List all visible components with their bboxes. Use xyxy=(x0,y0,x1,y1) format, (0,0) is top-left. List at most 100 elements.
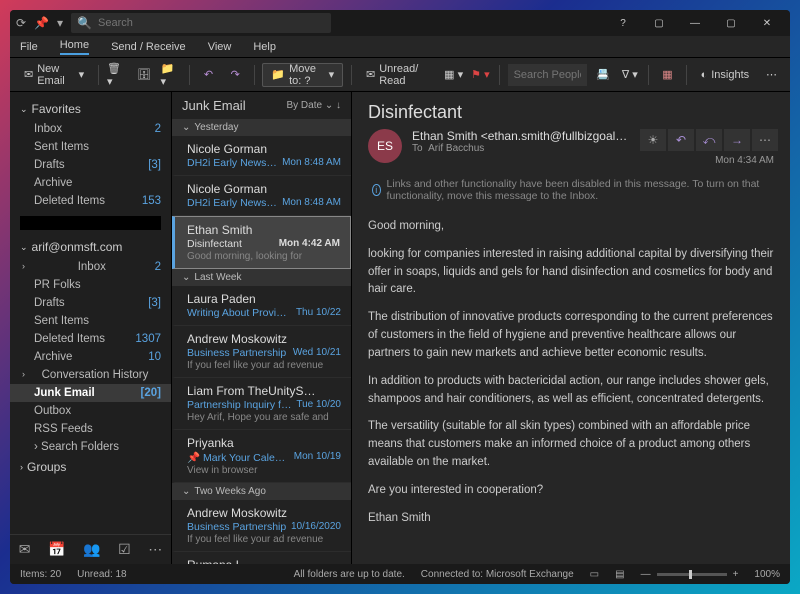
reading-pane: Disinfectant ES Ethan Smith <ethan.smith… xyxy=(352,92,790,564)
maximize-button[interactable]: ▢ xyxy=(714,10,748,36)
menu-help[interactable]: Help xyxy=(253,41,276,53)
coming-soon-icon[interactable]: ▢ xyxy=(642,10,676,36)
sync-icon[interactable]: ⟳ xyxy=(16,16,26,30)
sort-dropdown[interactable]: By Date ⌄ ↓ xyxy=(286,100,341,111)
nav-item[interactable]: Outbox xyxy=(10,402,171,420)
people-icon[interactable]: 👥 xyxy=(83,541,100,558)
message-item[interactable]: Nicole GormanDH2i Early News: DxOdyssey … xyxy=(172,136,351,176)
nav-bottom-bar: ✉ 📅 👥 ☑ ⋯ xyxy=(10,534,171,564)
message-group-header[interactable]: ⌄ Yesterday xyxy=(172,119,351,136)
help-icon[interactable]: ? xyxy=(606,10,640,36)
menu-home[interactable]: Home xyxy=(60,39,89,55)
message-list-header: Junk Email By Date ⌄ ↓ xyxy=(172,92,351,119)
flag-button[interactable]: ⚑ ▾ xyxy=(470,63,491,87)
move-button[interactable]: 📁 ▾ xyxy=(161,63,182,87)
message-item[interactable]: Laura PadenWriting About Providing To…Th… xyxy=(172,286,351,326)
undo-icon[interactable]: ↶ xyxy=(198,63,219,87)
zoom-slider[interactable]: — + xyxy=(641,569,739,580)
message-item[interactable]: Liam From TheUnityS…Partnership Inquiry … xyxy=(172,378,351,430)
reply-all-icon[interactable]: ⤺ xyxy=(696,129,722,151)
message-list-pane: Junk Email By Date ⌄ ↓ ⌄ YesterdayNicole… xyxy=(172,92,352,564)
status-items: Items: 20 xyxy=(20,569,61,580)
nav-item[interactable]: ›Inbox2 xyxy=(10,258,171,276)
folder-title: Junk Email xyxy=(182,98,246,113)
nav-item[interactable]: Sent Items xyxy=(10,138,171,156)
message-more-icon[interactable]: ⋯ xyxy=(752,129,778,151)
message-group-header[interactable]: ⌄ Two Weeks Ago xyxy=(172,483,351,500)
menu-file[interactable]: File xyxy=(20,41,38,53)
nav-item[interactable]: ›Conversation History xyxy=(10,366,171,384)
todo-icon[interactable]: ☑ xyxy=(118,541,131,558)
favorites-header[interactable]: ⌄Favorites xyxy=(10,98,171,120)
search-people-input[interactable] xyxy=(514,69,581,81)
search-input[interactable] xyxy=(98,17,325,29)
message-from: Ethan Smith <ethan.smith@fullbizgoal.com… xyxy=(412,129,630,143)
nav-item[interactable]: Junk Email[20] xyxy=(10,384,171,402)
message-body: Good morning,looking for companies inter… xyxy=(352,214,790,564)
message-time: Mon 4:34 AM xyxy=(715,155,778,166)
ribbon-more-button[interactable]: ⋯ xyxy=(761,63,782,87)
redo-icon[interactable]: ↷ xyxy=(225,63,246,87)
folder-pane: ⌄Favorites Inbox2Sent ItemsDrafts[3]Arch… xyxy=(10,92,172,564)
quick-undo-icon[interactable]: ▾ xyxy=(57,16,63,30)
sun-icon[interactable]: ☀ xyxy=(640,129,666,151)
insights-button[interactable]: ◐ Insights xyxy=(695,63,756,87)
nav-item[interactable]: Archive10 xyxy=(10,348,171,366)
status-unread: Unread: 18 xyxy=(77,569,126,580)
message-item[interactable]: Priyanka📌 Mark Your Calendars to M…Mon 1… xyxy=(172,430,351,483)
status-sync: All folders are up to date. xyxy=(294,569,405,580)
avatar: ES xyxy=(368,129,402,163)
close-button[interactable]: ✕ xyxy=(750,10,784,36)
search-icon: 🔍 xyxy=(77,16,92,30)
nav-item[interactable]: PR Folks xyxy=(10,276,171,294)
message-item[interactable]: Ethan SmithDisinfectantMon 4:42 AMGood m… xyxy=(172,216,351,269)
view-normal-icon[interactable]: ▭ xyxy=(590,569,599,580)
titlebar: ⟳ 📌 ▾ 🔍 ? ▢ — ▢ ✕ xyxy=(10,10,790,36)
menubar: File Home Send / Receive View Help xyxy=(10,36,790,58)
nav-item[interactable]: Archive xyxy=(10,174,171,192)
filter-button[interactable]: ∇ ▾ xyxy=(619,63,640,87)
nav-more-icon[interactable]: ⋯ xyxy=(148,541,162,558)
statusbar: Items: 20 Unread: 18 All folders are up … xyxy=(10,564,790,584)
nav-item[interactable]: Sent Items xyxy=(10,312,171,330)
message-item[interactable]: Andrew MoskowitzBusiness Partnership10/1… xyxy=(172,500,351,552)
nav-item[interactable]: Inbox2 xyxy=(10,120,171,138)
pin-icon[interactable]: 📌 xyxy=(34,16,49,30)
menu-view[interactable]: View xyxy=(208,41,232,53)
account-header[interactable]: ⌄arif@onmsft.com xyxy=(10,236,171,258)
message-item[interactable]: Andrew MoskowitzBusiness PartnershipWed … xyxy=(172,326,351,378)
forward-icon[interactable]: → xyxy=(724,129,750,151)
status-connected: Connected to: Microsoft Exchange xyxy=(421,569,574,580)
message-item[interactable]: Nicole GormanDH2i Early News: DxOdysse…M… xyxy=(172,176,351,216)
search-people[interactable] xyxy=(508,64,587,86)
info-bar: i Links and other functionality have bee… xyxy=(364,174,778,206)
addin-button[interactable]: ▦ xyxy=(657,63,678,87)
message-group-header[interactable]: ⌄ Last Week xyxy=(172,269,351,286)
minimize-button[interactable]: — xyxy=(678,10,712,36)
nav-item[interactable]: RSS Feeds xyxy=(10,420,171,438)
calendar-icon[interactable]: 📅 xyxy=(48,541,65,558)
global-search[interactable]: 🔍 xyxy=(71,13,331,33)
groups-header[interactable]: ›Groups xyxy=(10,456,171,478)
delete-button[interactable]: 🗑 ▾ xyxy=(107,63,128,87)
menu-send-receive[interactable]: Send / Receive xyxy=(111,41,186,53)
categorize-button[interactable]: ▦ ▾ xyxy=(443,63,464,87)
nav-item[interactable]: Drafts[3] xyxy=(10,156,171,174)
nav-item[interactable]: Deleted Items1307 xyxy=(10,330,171,348)
unread-read-button[interactable]: ✉ Unread/ Read xyxy=(360,63,437,87)
nav-item[interactable]: Deleted Items153 xyxy=(10,192,171,210)
message-to: To Arif Bacchus xyxy=(412,143,630,154)
redacted-block xyxy=(20,216,161,230)
new-email-button[interactable]: ✉ New Email ▾ xyxy=(18,63,90,87)
message-subject: Disinfectant xyxy=(352,92,790,129)
move-to-dropdown[interactable]: 📁 Move to: ? ▾ xyxy=(262,63,343,87)
nav-item[interactable]: Drafts[3] xyxy=(10,294,171,312)
address-book-button[interactable]: 📇 xyxy=(593,63,614,87)
message-item[interactable]: Rumana LGuest Post or Interview opp…10/1… xyxy=(172,552,351,564)
nav-item[interactable]: › Search Folders xyxy=(10,438,171,456)
mail-icon[interactable]: ✉ xyxy=(19,541,31,558)
zoom-level: 100% xyxy=(754,569,780,580)
archive-button[interactable]: 🗄 xyxy=(134,63,155,87)
reply-icon[interactable]: ↶ xyxy=(668,129,694,151)
view-reading-icon[interactable]: ▤ xyxy=(615,569,624,580)
